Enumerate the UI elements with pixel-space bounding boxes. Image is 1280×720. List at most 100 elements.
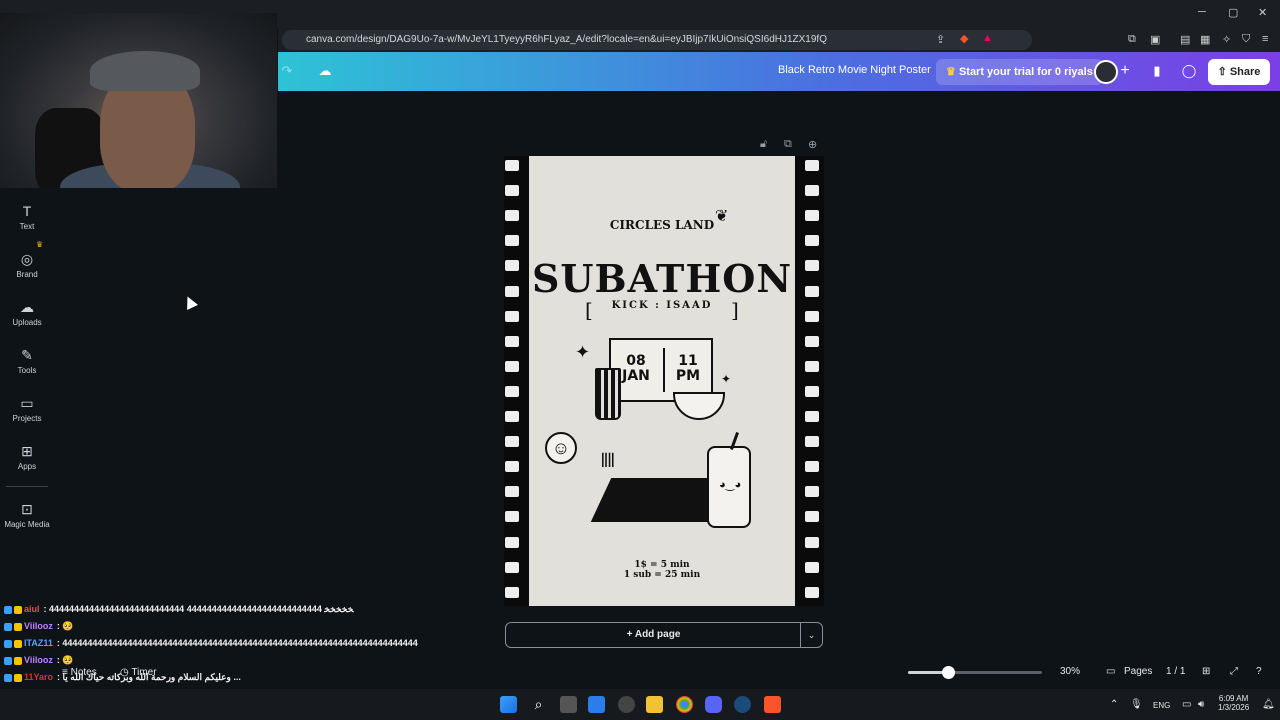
chrome-icon[interactable] bbox=[676, 696, 693, 713]
vpn-icon[interactable]: ⛉ bbox=[1242, 33, 1250, 46]
film-hole bbox=[505, 210, 519, 222]
film-hole bbox=[805, 385, 819, 397]
add-page-icon[interactable]: ⊕ bbox=[808, 138, 817, 151]
search-icon[interactable]: ⌕ bbox=[530, 696, 547, 713]
film-hole bbox=[805, 360, 819, 372]
film-hole bbox=[805, 411, 819, 422]
price-info[interactable]: 1$ = 5 min 1 sub = 25 min bbox=[529, 560, 795, 580]
film-hole bbox=[505, 511, 519, 523]
film-hole bbox=[505, 536, 519, 548]
film-hole bbox=[505, 235, 519, 247]
volume-icon[interactable]: 🔊︎ bbox=[1198, 699, 1204, 710]
smiley-icon: ☺ bbox=[545, 432, 577, 464]
chat-message: aiul: ﺨﺨﺨﺨﺨ 444444444444444444444444444 … bbox=[4, 604, 353, 615]
cloud-upload-icon: ☁ bbox=[20, 299, 34, 315]
poster-title[interactable]: SUBATHON bbox=[529, 256, 795, 301]
tray-chevron-up-icon[interactable]: ⌃ bbox=[1110, 699, 1118, 710]
magic-media-icon: ⊡ bbox=[21, 501, 33, 517]
add-collaborator-icon[interactable]: + bbox=[1116, 62, 1134, 80]
price-line-1: 1$ = 5 min bbox=[634, 560, 690, 570]
sidebar-item-projects[interactable]: ▭ Projects bbox=[0, 394, 54, 423]
document-title[interactable]: Black Retro Movie Night Poster bbox=[778, 64, 931, 76]
clock[interactable]: 6:09 AM 1/3/2026 bbox=[1218, 694, 1249, 712]
url-input[interactable]: canva.com/design/DAG9Uo-7a-w/MvJeYL1Tyey… bbox=[282, 30, 1032, 50]
sidebar-item-uploads[interactable]: ☁ Uploads bbox=[0, 298, 54, 327]
lock-icon[interactable]: 🔓︎ bbox=[760, 138, 767, 151]
time-ampm: PM bbox=[675, 368, 701, 384]
film-hole bbox=[505, 260, 519, 272]
store-icon[interactable] bbox=[588, 696, 605, 713]
sidebar-item-apps[interactable]: ⊞ Apps bbox=[0, 442, 54, 471]
sparkle-icon: ✦ bbox=[721, 372, 732, 386]
comments-icon[interactable]: ◯ bbox=[1180, 62, 1198, 80]
poster-brand[interactable]: CIRCLES LAND bbox=[529, 218, 795, 232]
share-button[interactable]: ⇧ Share bbox=[1208, 59, 1270, 85]
zoom-slider[interactable] bbox=[908, 666, 1042, 679]
avatar[interactable] bbox=[1094, 60, 1118, 84]
time-column: 11 PM bbox=[663, 354, 713, 384]
minimize-icon[interactable]: ─ bbox=[1198, 6, 1206, 18]
film-hole bbox=[805, 511, 819, 523]
film-hole bbox=[805, 335, 819, 347]
chat-username: ITAZ11 bbox=[24, 638, 53, 648]
brave-icon[interactable] bbox=[764, 696, 781, 713]
file-explorer-icon[interactable] bbox=[646, 696, 663, 713]
badge-icon bbox=[14, 622, 22, 631]
film-hole bbox=[505, 561, 519, 573]
chat-text: : وعليكم السلام ورحمة الله وبركاته حياك … bbox=[57, 672, 241, 682]
chat-username: 11Yaro bbox=[24, 672, 54, 682]
film-hole bbox=[505, 411, 519, 422]
badge-icon bbox=[14, 639, 22, 648]
sidebar-toggle-icon[interactable]: ▤ bbox=[1180, 33, 1190, 46]
network-icon[interactable]: ▭ bbox=[1182, 699, 1191, 710]
share-page-icon[interactable]: ⇪ bbox=[936, 33, 945, 46]
address-bar: canva.com/design/DAG9Uo-7a-w/MvJeYL1Tyey… bbox=[278, 28, 1280, 52]
badge-icon bbox=[4, 656, 12, 665]
obs-icon[interactable] bbox=[618, 696, 635, 713]
steam-icon[interactable] bbox=[734, 696, 751, 713]
wallet-icon[interactable]: ▦ bbox=[1200, 33, 1210, 46]
cloud-save-icon[interactable]: ☁ bbox=[316, 62, 334, 80]
help-icon[interactable]: ? bbox=[1256, 666, 1262, 677]
film-hole bbox=[505, 160, 519, 171]
insights-icon[interactable]: ▮ bbox=[1148, 62, 1166, 80]
leaf-icon[interactable]: ❦ bbox=[715, 206, 728, 226]
duplicate-icon[interactable]: ⧉ bbox=[784, 138, 792, 151]
discord-icon[interactable] bbox=[705, 696, 722, 713]
close-window-icon[interactable]: ✕ bbox=[1258, 6, 1267, 19]
grid-view-icon[interactable]: ⊞ bbox=[1202, 666, 1210, 677]
poster-paper: CIRCLES LAND ❦ SUBATHON [ KICK : ISAAD ]… bbox=[529, 156, 795, 606]
start-trial-button[interactable]: ♛ Start your trial for 0 riyals bbox=[936, 59, 1103, 85]
microphone-icon[interactable]: 🎙︎ bbox=[1130, 699, 1143, 710]
brave-shield-icon[interactable]: ◆ bbox=[960, 32, 968, 45]
share-label: Share bbox=[1229, 66, 1261, 78]
sidebar-item-tools[interactable]: ✎ Tools bbox=[0, 346, 54, 375]
media-icon[interactable]: ▣ bbox=[1150, 33, 1160, 46]
leo-ai-icon[interactable]: ✧ bbox=[1222, 33, 1231, 46]
redo-icon[interactable]: ↷ bbox=[278, 62, 296, 80]
bracket-right: ] bbox=[731, 298, 739, 322]
chevron-down-icon[interactable]: ⌄ bbox=[800, 623, 822, 647]
sidebar-item-brand[interactable]: ◎ Brand bbox=[0, 250, 54, 279]
pages-button[interactable]: Pages bbox=[1124, 666, 1152, 677]
crown-icon: ♛ bbox=[946, 66, 956, 78]
pages-icon[interactable]: ▭ bbox=[1106, 666, 1115, 677]
sidebar-item-label: Tools bbox=[17, 366, 37, 375]
windows-start-icon[interactable] bbox=[500, 696, 517, 713]
language-indicator[interactable]: ENG bbox=[1153, 701, 1170, 710]
poster-subtitle[interactable]: KICK : ISAAD bbox=[585, 300, 739, 311]
zoom-slider-knob[interactable] bbox=[942, 666, 956, 679]
notification-icon[interactable]: 🔔︎ bbox=[1262, 699, 1275, 710]
sidebar-item-magic-media[interactable]: ⊡ Magic Media bbox=[0, 500, 54, 529]
poster-page[interactable]: CIRCLES LAND ❦ SUBATHON [ KICK : ISAAD ]… bbox=[504, 156, 824, 606]
add-page-button[interactable]: + Add page ⌄ bbox=[505, 622, 823, 648]
zoom-level[interactable]: 30% bbox=[1060, 666, 1080, 677]
sidebar-item-text[interactable]: T Text bbox=[0, 202, 54, 231]
extensions-icon[interactable]: ⧉ bbox=[1128, 33, 1136, 46]
chat-text: : 🥺 bbox=[56, 655, 74, 665]
browser-menu-icon[interactable]: ≡ bbox=[1262, 33, 1268, 45]
task-view-icon[interactable] bbox=[560, 696, 577, 713]
maximize-icon[interactable]: ▢ bbox=[1228, 6, 1238, 19]
brave-rewards-icon[interactable]: ▲ bbox=[982, 32, 993, 44]
fullscreen-icon[interactable]: ⤢ bbox=[1230, 666, 1238, 677]
